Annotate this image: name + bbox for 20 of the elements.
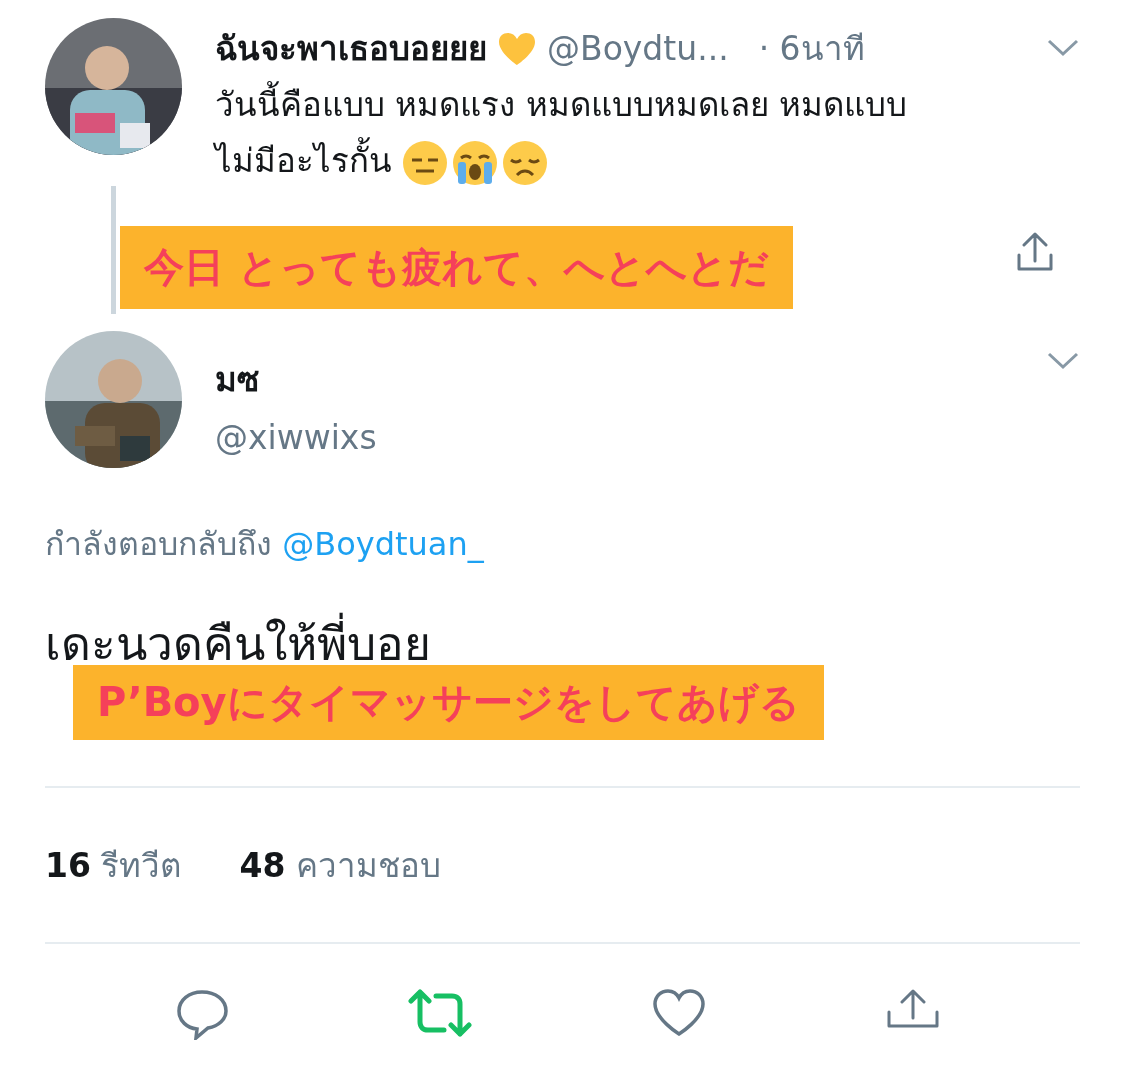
author-handle: @Boydtu...: [547, 29, 729, 68]
translation-caption: P’Boyにタイマッサージをしてあげる: [73, 665, 824, 740]
chevron-down-icon[interactable]: [1046, 38, 1080, 58]
author-name: มซ: [215, 359, 260, 401]
tweet-time: · 6นาที: [758, 28, 865, 70]
stat-count[interactable]: 16 รีทวีต: [45, 838, 182, 892]
disappointed-face-icon: [502, 139, 548, 186]
stat-count[interactable]: 48 ความชอบ: [239, 838, 441, 892]
author-name: ฉันจะพาเธอบอยยย: [215, 28, 487, 70]
translation-caption: 今日 とっても疲れて、へとへとだ: [120, 226, 793, 309]
chevron-down-icon[interactable]: [1046, 351, 1080, 371]
crying-face-icon: [452, 139, 498, 186]
share-icon[interactable]: [1015, 230, 1055, 273]
reply-context: กำลังตอบกลับถึง @Boydtuan_: [45, 524, 485, 565]
expressionless-face-icon: [402, 139, 448, 186]
retweet-icon[interactable]: [408, 988, 473, 1038]
heart-icon[interactable]: [650, 988, 707, 1038]
author-handle: @xiwwixs: [215, 418, 377, 457]
reply-icon[interactable]: [174, 988, 231, 1040]
heart-icon: [497, 30, 537, 67]
